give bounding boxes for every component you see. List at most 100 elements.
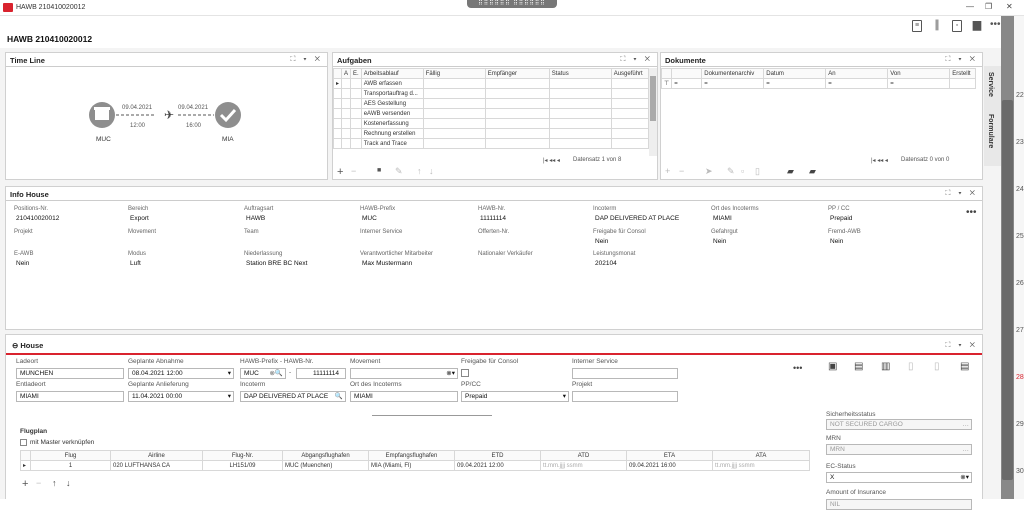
master-label: mit Master verknüpfen: [30, 439, 95, 446]
tab-formulare[interactable]: Formulare: [987, 114, 994, 148]
leg1-date: 09.04.2021: [122, 105, 153, 111]
incoterm-field[interactable]: DAP DELIVERED AT PLACE 🔍: [240, 391, 346, 402]
freigabe-checkbox[interactable]: [461, 369, 469, 377]
copy-icon[interactable]: ▯: [755, 166, 760, 177]
document-icon[interactable]: ▥: [881, 361, 890, 372]
form-icon[interactable]: ▣: [828, 361, 837, 372]
calendar-day[interactable]: 26: [1016, 280, 1024, 287]
save-task-icon[interactable]: ■: [377, 167, 381, 174]
info-field-value: Max Mustermann: [362, 260, 413, 267]
info-field-label: Freigabe für Consol: [593, 229, 646, 235]
panel-controls[interactable]: ⛶ ▾ ✕: [945, 342, 978, 350]
move-down-icon[interactable]: ↓: [429, 166, 434, 176]
movement-label: Movement: [350, 358, 381, 365]
minimize-icon[interactable]: —: [966, 2, 974, 11]
entladeort-field[interactable]: MIAMI: [16, 391, 124, 402]
house-more-icon[interactable]: •••: [793, 363, 802, 373]
info-field-value: Nein: [595, 238, 609, 245]
calendar-day[interactable]: 30: [1016, 468, 1024, 475]
panel-controls[interactable]: ⛶ ▾ ✕: [620, 56, 653, 64]
save-doc-icon[interactable]: ▫: [741, 166, 744, 176]
sicherheit-field[interactable]: NOT SECURED CARGO…: [826, 419, 972, 430]
add-icon[interactable]: +: [337, 166, 343, 178]
flight-down-icon[interactable]: ↓: [66, 478, 71, 488]
abholung-field[interactable]: 08.04.2021 12:00 ▾: [128, 368, 234, 379]
scrollbar-thumb[interactable]: [1002, 100, 1013, 480]
attach-icon[interactable]: ∥: [932, 20, 942, 32]
aufgaben-scrollbar[interactable]: [649, 68, 657, 156]
hawb-prefix-field[interactable]: MUC ⊗🔍: [240, 368, 286, 379]
info-field-label: Niederlassung: [244, 251, 283, 257]
close-window-icon[interactable]: ✕: [1006, 2, 1013, 11]
collapse-icon[interactable]: ⊖: [12, 341, 18, 350]
calendar-day[interactable]: 23: [1016, 139, 1024, 146]
folder-open-icon[interactable]: ▰: [787, 166, 794, 177]
movement-select[interactable]: ⊗▾: [350, 368, 458, 379]
table-row: ▸ AWB erfassen: [332, 78, 650, 89]
ladeort-field[interactable]: MUNCHEN: [16, 368, 124, 379]
house-title: ⊖ House: [12, 341, 44, 350]
move-up-icon[interactable]: ↑: [417, 166, 422, 176]
remove-flight-icon[interactable]: −: [36, 478, 41, 488]
add-doc-icon[interactable]: +: [665, 166, 670, 176]
dokumente-grid[interactable]: Dokumentenarchiv Datum An Von Erstellt ⊤ = = = =…: [660, 68, 976, 89]
projekt-field[interactable]: [572, 391, 678, 402]
master-checkbox[interactable]: [20, 439, 27, 446]
print-doc-icon[interactable]: ▤: [960, 361, 969, 372]
pdf-icon[interactable]: ▯: [934, 361, 940, 372]
checklist-icon[interactable]: ▤: [854, 361, 863, 372]
restore-icon[interactable]: ❐: [985, 2, 992, 11]
save-icon[interactable]: ▫: [952, 20, 962, 32]
add-flight-icon[interactable]: +: [22, 478, 28, 490]
info-field-value: Nein: [830, 238, 844, 245]
info-field-label: Gefahrgut: [711, 229, 738, 235]
ort-field[interactable]: MIAMI: [350, 391, 458, 402]
remove-icon[interactable]: −: [351, 166, 356, 176]
anlieferung-field[interactable]: 11.04.2021 00:00 ▾: [128, 391, 234, 402]
insurance-field[interactable]: NIL: [826, 499, 972, 510]
folder-icon[interactable]: ▰: [809, 166, 816, 177]
calendar-day[interactable]: 27: [1016, 327, 1024, 334]
send-icon[interactable]: ➤: [705, 166, 713, 177]
report-icon[interactable]: ≡: [912, 20, 922, 32]
aufgaben-grid[interactable]: A E. Arbeitsablauf Fällig Empfänger Status Aus…: [332, 68, 650, 149]
panel-controls[interactable]: ⛶ ▾ ✕: [945, 56, 978, 64]
flight-grid[interactable]: Flug Airline Flug-Nr. Abgangsflughafen Empfa…: [20, 450, 810, 471]
print-icon[interactable]: ▆: [972, 20, 982, 32]
panel-controls[interactable]: ⛶ ▾ ✕: [945, 190, 978, 198]
mrn-label: MRN: [826, 435, 841, 442]
calendar-day[interactable]: 28: [1016, 374, 1024, 381]
drag-handle[interactable]: ⠿⠿⠿⠿⠿⠿ ⠿⠿⠿⠿⠿⠿: [467, 0, 557, 8]
aufgaben-pager-nav[interactable]: |◂ ◂◂ ◂: [543, 157, 560, 164]
table-row: Transportauftrag d...: [332, 88, 650, 99]
service-field[interactable]: [572, 368, 678, 379]
info-field-value: Prepaid: [830, 215, 853, 222]
edit-icon[interactable]: ✎: [395, 166, 403, 177]
panel-controls[interactable]: ⛶ ▾ ✕: [290, 56, 323, 64]
info-field-label: Auftragsart: [244, 206, 274, 212]
ec-select[interactable]: X ⊗▾: [826, 472, 972, 483]
flight-up-icon[interactable]: ↑: [52, 478, 57, 488]
calendar-day[interactable]: 29: [1016, 421, 1024, 428]
ppcc-select[interactable]: Prepaid ▾: [461, 391, 569, 402]
calendar-day[interactable]: 24: [1016, 186, 1024, 193]
dokumente-pager-nav[interactable]: |◂ ◂◂ ◂: [871, 157, 888, 164]
mrn-field[interactable]: MRN…: [826, 444, 972, 455]
info-field-label: Interner Service: [360, 229, 403, 235]
hawb-nr-field[interactable]: 11111114: [296, 368, 346, 379]
edit-doc-icon[interactable]: ✎: [727, 166, 735, 177]
plane-icon: ✈: [164, 108, 174, 122]
table-row: ▸ 1 020 LUFTHANSA CA LH151/09 MUC (Muenchen)…: [20, 460, 810, 471]
remove-doc-icon[interactable]: −: [679, 166, 684, 176]
timeline-panel: Time Line ⛶ ▾ ✕ ✈ 09.04.2021 12:00 09.04.…: [5, 52, 328, 180]
splitter[interactable]: [372, 415, 492, 416]
side-tab-strip: Service Formulare: [984, 66, 1001, 166]
more-options-icon[interactable]: •••: [990, 20, 1001, 32]
info-more-icon[interactable]: •••: [966, 207, 977, 218]
freigabe-label: Freigabe für Consol: [461, 358, 519, 365]
info-field-label: Team: [244, 229, 259, 235]
tab-service[interactable]: Service: [987, 72, 994, 97]
calendar-day[interactable]: 22: [1016, 92, 1024, 99]
doc-disabled-icon[interactable]: ▯: [908, 361, 914, 372]
calendar-day[interactable]: 25: [1016, 233, 1024, 240]
